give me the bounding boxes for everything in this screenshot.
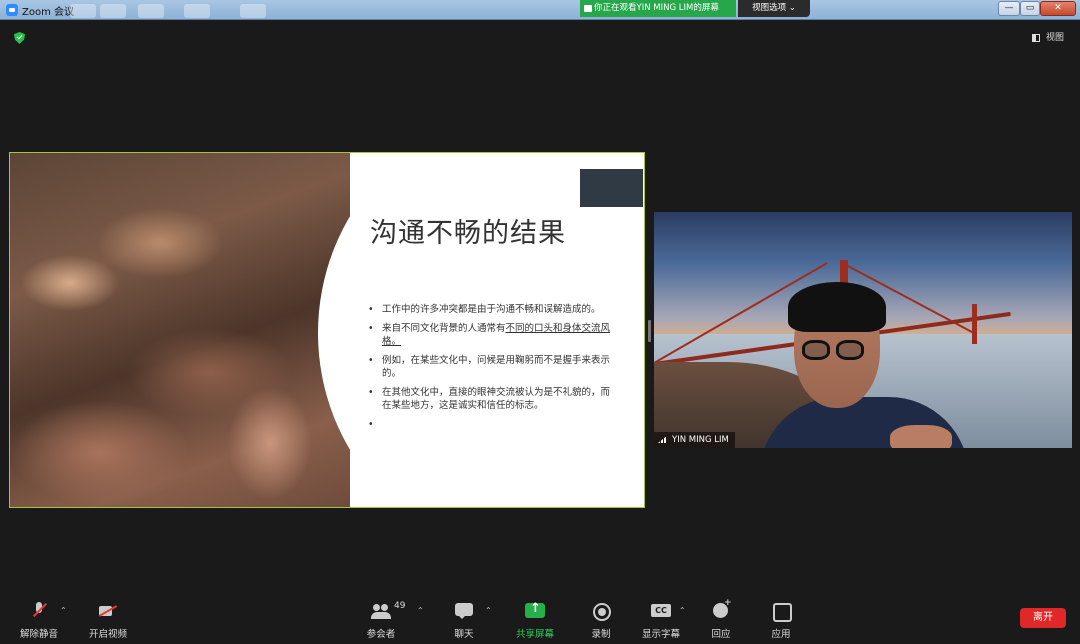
screen-share-icon: [584, 5, 592, 12]
start-video-button[interactable]: 开启视频: [78, 600, 138, 640]
view-layout-icon: [1032, 34, 1040, 42]
window-title: Zoom 会议: [22, 7, 75, 18]
background-window-tab: [240, 4, 266, 18]
share-screen-button[interactable]: 共享屏幕: [505, 600, 565, 640]
slide-bullet-list: 工作中的许多冲突都是由于沟通不畅和误解造成的。 来自不同文化背景的人通常有不同的…: [368, 303, 618, 431]
chat-label: 聊天: [454, 629, 474, 640]
view-options-dropdown[interactable]: 视图选项 ⌄: [738, 0, 810, 17]
shared-screen-slide: 沟通不畅的结果 工作中的许多冲突都是由于沟通不畅和误解造成的。 来自不同文化背景…: [9, 152, 645, 508]
video-background-bridge-tower: [972, 304, 977, 344]
meeting-toolbar: 解除静音 ⌃ 开启视频 参会者 49 ⌃ 聊天 ⌃ 共享屏幕 录制 显示字幕 ⌃…: [0, 596, 1080, 644]
chat-options-caret[interactable]: ⌃: [485, 606, 492, 615]
record-button[interactable]: 录制: [571, 600, 631, 640]
share-banner-text: 你正在观看YIN MING LIM的屏幕: [594, 3, 719, 13]
zoom-app-icon: [6, 4, 18, 16]
video-off-icon: [98, 602, 118, 620]
slide-bullet: 在其他文化中，直接的眼神交流被认为是不礼貌的，而在某些地方，这是诚实和信任的标志…: [368, 386, 618, 412]
start-video-label: 开启视频: [88, 629, 127, 640]
apps-icon: [771, 602, 792, 622]
leave-meeting-button[interactable]: 离开: [1020, 608, 1066, 628]
minimize-button[interactable]: —: [998, 1, 1020, 16]
encryption-shield-icon[interactable]: [14, 32, 25, 44]
background-window-tab: [184, 4, 210, 18]
share-screen-icon: [525, 601, 545, 620]
unmute-label: 解除静音: [19, 629, 58, 640]
microphone-muted-icon: [29, 602, 49, 620]
viewing-share-banner: 你正在观看YIN MING LIM的屏幕: [580, 0, 736, 17]
participant-video-tile[interactable]: YIN MING LIM: [654, 212, 1072, 448]
slide-title: 沟通不畅的结果: [370, 218, 566, 249]
maximize-button[interactable]: ▭: [1020, 1, 1040, 16]
record-label: 录制: [591, 629, 611, 640]
chat-bubble-icon: [454, 602, 474, 620]
background-window-tab: [100, 4, 126, 18]
closed-captions-icon: [651, 602, 671, 620]
reactions-button[interactable]: 回应: [691, 598, 751, 640]
share-screen-label: 共享屏幕: [515, 629, 554, 640]
slide-bullet: 工作中的许多冲突都是由于沟通不畅和误解造成的。: [368, 303, 618, 316]
background-window-tab: [138, 4, 164, 18]
close-window-button[interactable]: ✕: [1040, 1, 1076, 16]
slide-bullet: 例如，在某些文化中，问候是用鞠躬而不是握手来表示的。: [368, 354, 618, 380]
split-view-resize-handle[interactable]: [648, 320, 651, 342]
participant-name: YIN MING LIM: [672, 435, 729, 445]
apps-label: 应用: [771, 629, 791, 640]
reactions-label: 回应: [711, 629, 731, 640]
window-title-bar: Zoom 会议 你正在观看YIN MING LIM的屏幕 视图选项 ⌄ — ▭ …: [0, 0, 1080, 20]
glasses-icon: [802, 340, 830, 360]
slide-corner-accent: [580, 169, 643, 207]
view-button-label: 视图: [1046, 33, 1065, 43]
view-button[interactable]: 视图: [1028, 29, 1072, 47]
slide-hands-photo: [10, 153, 350, 507]
participant-hand: [890, 425, 952, 448]
participant-hair: [788, 282, 886, 332]
apps-button[interactable]: 应用: [751, 600, 811, 640]
slide-bullet: 来自不同文化背景的人通常有不同的口头和身体交流风格。: [368, 322, 618, 348]
captions-options-caret[interactable]: ⌃: [679, 606, 686, 615]
participants-label: 参会者: [366, 629, 396, 640]
participants-options-caret[interactable]: ⌃: [417, 606, 424, 615]
participants-icon: [371, 602, 391, 620]
glasses-icon: [836, 340, 864, 360]
emoji-reaction-icon: [711, 598, 732, 620]
captions-label: 显示字幕: [641, 629, 680, 640]
participant-name-tag: YIN MING LIM: [654, 432, 735, 448]
record-icon: [591, 602, 611, 621]
audio-options-caret[interactable]: ⌃: [60, 606, 67, 615]
signal-strength-icon: [658, 435, 668, 443]
background-window-tab: [70, 4, 96, 18]
participant-count-badge: 49: [394, 601, 406, 611]
